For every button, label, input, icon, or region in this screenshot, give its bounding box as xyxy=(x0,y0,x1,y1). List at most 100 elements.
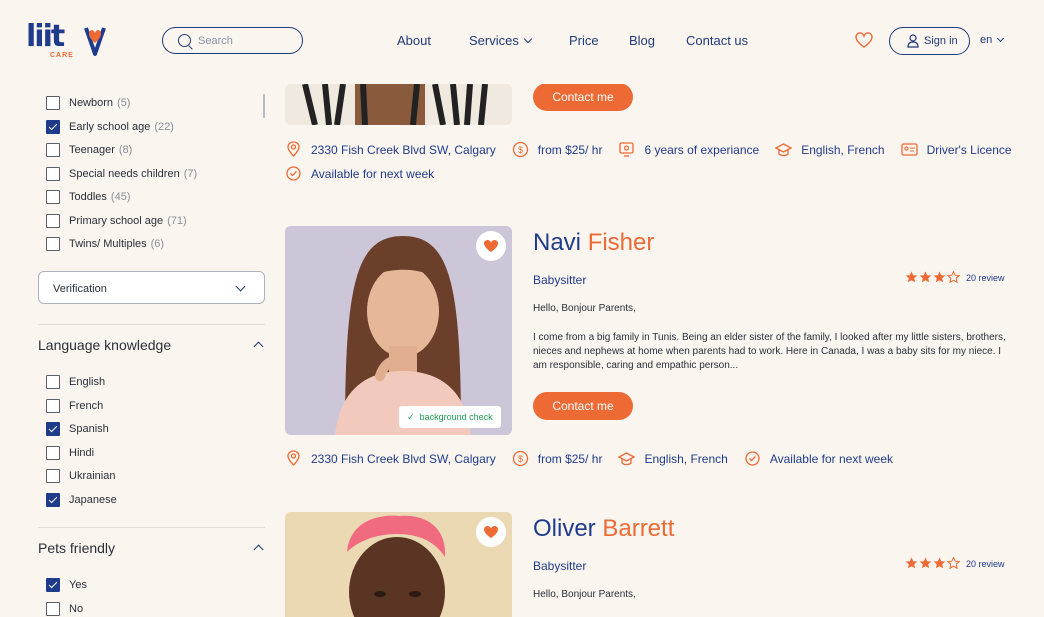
user-icon xyxy=(907,34,919,48)
review-count-link[interactable]: 20 review xyxy=(966,273,1005,283)
filter-label: Newborn xyxy=(69,97,114,109)
checkbox[interactable] xyxy=(46,399,60,413)
caregiver-name[interactable]: Navi Fisher xyxy=(533,229,654,257)
dollar-coin-icon: $ xyxy=(512,141,528,158)
star-filled-icon xyxy=(933,271,946,283)
filter-count: (71) xyxy=(167,215,187,227)
nav-about[interactable]: About xyxy=(397,33,431,49)
checkbox[interactable] xyxy=(46,578,60,592)
info-license: Driver's Licence xyxy=(900,141,1012,158)
id-card-icon xyxy=(900,143,918,156)
filter-label: Japanese xyxy=(69,494,117,506)
checkbox[interactable] xyxy=(46,143,60,157)
favorite-button[interactable] xyxy=(476,231,506,261)
checkbox[interactable] xyxy=(46,493,60,507)
verification-select[interactable]: Verification xyxy=(38,271,265,304)
verification-select-label: Verification xyxy=(53,283,107,295)
info-rate-text: from $25/ hr xyxy=(537,142,603,157)
filter-label: Toddles xyxy=(69,191,107,203)
filter-twins-multiples[interactable]: Twins/ Multiples (6) xyxy=(46,237,164,251)
checkbox[interactable] xyxy=(46,120,60,134)
favorite-button[interactable] xyxy=(476,517,506,547)
star-filled-icon xyxy=(905,557,918,569)
contact-me-button[interactable]: Contact me xyxy=(533,83,633,111)
caregiver-name[interactable]: Oliver Barrett xyxy=(533,515,674,543)
chevron-up-icon[interactable] xyxy=(253,544,264,555)
filter-french[interactable]: French xyxy=(46,399,103,413)
filter-count: (5) xyxy=(117,97,131,109)
contact-me-button[interactable]: Contact me xyxy=(533,392,633,420)
logo[interactable]: liit CARE xyxy=(26,20,106,60)
filter-toddles[interactable]: Toddles (45) xyxy=(46,190,130,204)
star-filled-icon xyxy=(933,557,946,569)
nav-blog[interactable]: Blog xyxy=(629,33,655,49)
caregiver-photo[interactable] xyxy=(285,226,512,435)
filter-pets-yes[interactable]: Yes xyxy=(46,578,87,592)
checkbox[interactable] xyxy=(46,214,60,228)
checkbox[interactable] xyxy=(46,190,60,204)
sign-in-button[interactable]: Sign in xyxy=(889,27,970,55)
pets-section-title[interactable]: Pets friendly xyxy=(38,540,115,556)
scrollbar-thumb[interactable] xyxy=(263,94,265,118)
experience-icon xyxy=(619,142,635,157)
checkbox[interactable] xyxy=(46,422,60,436)
checkbox[interactable] xyxy=(46,96,60,110)
info-availability: Available for next week xyxy=(285,165,434,182)
svg-text:$: $ xyxy=(518,454,523,464)
dollar-coin-icon: $ xyxy=(512,450,528,467)
filter-count: (45) xyxy=(110,191,131,203)
nav-services[interactable]: Services xyxy=(469,33,533,49)
filter-early-school-age[interactable]: Early school age (22) xyxy=(46,120,174,134)
filter-count: (22) xyxy=(154,121,174,133)
logo-subtitle: CARE xyxy=(50,52,74,59)
review-count-link[interactable]: 20 review xyxy=(966,559,1005,569)
info-languages-text: English, French xyxy=(644,451,728,466)
filter-label: French xyxy=(69,400,104,412)
filter-label: Teenager xyxy=(69,144,115,156)
location-pin-icon xyxy=(287,141,300,157)
checkbox[interactable] xyxy=(46,602,60,616)
braids-photo-art xyxy=(285,84,512,125)
filter-label: Special needs children xyxy=(69,168,180,180)
language-selector[interactable]: en xyxy=(980,34,1005,46)
checkbox[interactable] xyxy=(46,375,60,389)
first-name: Navi xyxy=(533,229,582,256)
filter-hindi[interactable]: Hindi xyxy=(46,446,94,460)
sign-in-label: Sign in xyxy=(924,35,958,47)
star-filled-icon xyxy=(905,271,918,283)
filter-special-needs[interactable]: Special needs children (7) xyxy=(46,167,197,181)
info-address-text: 2330 Fish Creek Blvd SW, Calgary xyxy=(311,142,496,157)
filter-ukrainian[interactable]: Ukrainian xyxy=(46,469,115,483)
logo-text: liit xyxy=(26,19,65,54)
background-check-label: background check xyxy=(419,412,493,422)
nav-price[interactable]: Price xyxy=(569,33,599,49)
rating-stars xyxy=(905,557,960,569)
info-address-text: 2330 Fish Creek Blvd SW, Calgary xyxy=(311,451,496,466)
caregiver-photo[interactable] xyxy=(285,84,512,125)
search-input[interactable] xyxy=(198,33,293,49)
filter-pets-no[interactable]: No xyxy=(46,602,83,616)
info-languages: English, French xyxy=(618,450,728,467)
card-info-row: 2330 Fish Creek Blvd SW, Calgary $ from … xyxy=(285,141,1028,158)
card-info-row: 2330 Fish Creek Blvd SW, Calgary $ from … xyxy=(285,450,909,467)
chevron-up-icon[interactable] xyxy=(253,341,264,352)
filter-spanish[interactable]: Spanish xyxy=(46,422,109,436)
heart-icon xyxy=(484,240,498,252)
filter-count: (7) xyxy=(183,168,198,180)
filter-newborn[interactable]: Newborn (5) xyxy=(46,96,130,110)
checkbox[interactable] xyxy=(46,469,60,483)
search-box[interactable] xyxy=(162,27,303,54)
filter-label: Twins/ Multiples xyxy=(69,238,147,250)
filter-teenager[interactable]: Teenager (8) xyxy=(46,143,132,157)
favorites-heart-icon[interactable] xyxy=(855,32,873,48)
filter-english[interactable]: English xyxy=(46,375,105,389)
checkbox[interactable] xyxy=(46,167,60,181)
nav-contact[interactable]: Contact us xyxy=(686,33,748,49)
checkbox[interactable] xyxy=(46,237,60,251)
info-experience-text: 6 years of experiance xyxy=(644,142,760,157)
checkbox[interactable] xyxy=(46,446,60,460)
language-section-title[interactable]: Language knowledge xyxy=(38,337,171,353)
greeting-text: Hello, Bonjour Parents, xyxy=(533,303,636,314)
filter-primary-school-age[interactable]: Primary school age (71) xyxy=(46,214,187,228)
filter-japanese[interactable]: Japanese xyxy=(46,493,117,507)
